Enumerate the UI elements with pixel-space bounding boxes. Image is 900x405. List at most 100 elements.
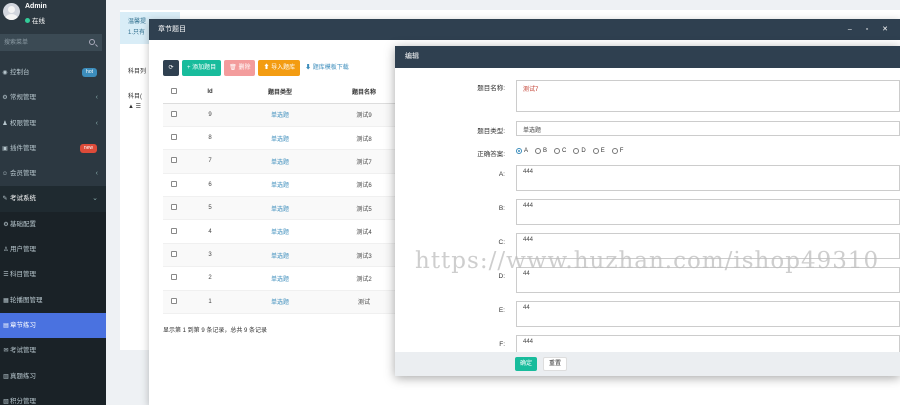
exam-icon: ✎ [2, 196, 8, 203]
table-row[interactable]: 2 单选题 测试2 [163, 266, 403, 291]
list-icon: ☰ [3, 272, 9, 279]
answer-radio-e[interactable]: E [592, 148, 605, 154]
reset-button[interactable]: 重置 [543, 357, 568, 371]
radio-dot-icon[interactable] [611, 148, 618, 154]
radio-dot-icon[interactable] [592, 148, 599, 154]
sidebar-item-10[interactable]: ▤章节练习 [0, 312, 106, 339]
sidebar-item-1[interactable]: ⚙ 常规管理 ‹ [0, 85, 106, 110]
sidebar-item-0[interactable]: ◉ 控制台 hot [0, 60, 106, 85]
question-type-label: 题目类型: [477, 128, 505, 135]
row-checkbox[interactable] [171, 157, 177, 164]
table-row[interactable]: 1 单选题 测试 [163, 290, 403, 315]
table-row[interactable]: 8 单选题 测试8 [163, 126, 403, 151]
row-select-cell [163, 149, 185, 174]
sidebar-item-label: 考试系统 [10, 195, 36, 203]
row-checkbox[interactable] [171, 274, 177, 281]
sidebar-item-label: 考试管理 [10, 347, 36, 355]
sidebar-item-2[interactable]: ♟ 权限管理 ‹ [0, 111, 106, 136]
option-textarea[interactable]: 444 [516, 165, 900, 191]
row-id: 6 [185, 173, 235, 198]
column-header-id[interactable]: Id [185, 81, 235, 104]
sidebar-item-3[interactable]: ▣ 插件管理 new [0, 136, 106, 161]
radio-label: C [562, 148, 567, 154]
sidebar-item-5[interactable]: ✎ 考试系统 ⌄ [0, 186, 106, 212]
search-icon[interactable] [89, 39, 95, 45]
answer-radio-c[interactable]: C [554, 148, 566, 154]
sidebar-item-7[interactable]: ♙用户管理 [0, 237, 106, 263]
question-name-textarea[interactable]: 测试7 [516, 80, 900, 112]
refresh-button[interactable]: ⟳ [163, 60, 179, 76]
sidebar-menu: ◉ 控制台 hot ⚙ 常规管理 ‹ ♟ 权限管理 ‹ ▣ 插件管理 new ☺ 会员管理 ‹ ✎ 考试系统 ⌄ ⚙… [0, 60, 106, 405]
row-name: 测试2 [325, 266, 403, 291]
image-icon: ▦ [3, 297, 9, 304]
table-row[interactable]: 7 单选题 测试7 [163, 149, 403, 174]
row-name: 测试6 [325, 173, 403, 198]
row-select-cell [163, 126, 185, 151]
sidebar-item-label: 常规管理 [10, 94, 36, 102]
watermark-text: https://www.huzhan.com/ishop49310 [415, 248, 880, 274]
template-download-link[interactable]: ⬇ 题库模板下载 [303, 60, 351, 76]
radio-dot-icon[interactable] [535, 148, 542, 154]
sidebar-item-label: 用户管理 [10, 246, 36, 254]
sidebar-item-11[interactable]: ✉考试管理 [0, 338, 106, 364]
confirm-button[interactable]: 确定 [515, 357, 538, 371]
radio-dot-icon[interactable] [554, 148, 561, 154]
chevron-icon: ‹ [95, 119, 98, 127]
answer-radio-b[interactable]: B [535, 148, 547, 154]
option-textarea[interactable]: 44 [516, 301, 900, 327]
row-checkbox[interactable] [171, 297, 177, 304]
answer-radio-f[interactable]: F [611, 148, 623, 154]
option-label: C: [498, 239, 506, 246]
menu-search-input[interactable] [0, 34, 80, 51]
table-row[interactable]: 3 单选题 测试3 [163, 243, 403, 268]
table-row[interactable]: 5 单选题 测试5 [163, 196, 403, 221]
sidebar-item-13[interactable]: ▧积分管理 [0, 388, 106, 405]
row-checkbox[interactable] [171, 110, 177, 117]
table-row[interactable]: 9 单选题 测试9 [163, 103, 403, 127]
question-type-select[interactable]: 单选题 [516, 121, 900, 136]
table-row[interactable]: 6 单选题 测试6 [163, 173, 403, 198]
row-name: 测试 [325, 290, 403, 315]
row-checkbox[interactable] [171, 227, 177, 234]
questions-table-body: 9 单选题 测试9 8 单选题 测试8 7 单选题 测试7 6 单选题 测试6 5 单选题 测试5 4 单选题测… [163, 103, 403, 315]
add-question-button[interactable]: + 添加题目 [182, 60, 222, 76]
row-checkbox[interactable] [171, 204, 177, 211]
row-checkbox[interactable] [171, 134, 177, 141]
radio-dot-icon[interactable] [573, 148, 580, 154]
subject-list-tab[interactable]: 科目列 [128, 66, 146, 75]
column-header-type[interactable]: 题目类型 [235, 81, 325, 104]
sidebar-item-label: 基础配置 [10, 220, 36, 228]
sidebar-item-6[interactable]: ⚙基础配置 [0, 211, 106, 238]
row-id: 4 [185, 219, 235, 244]
table-row[interactable]: 4 单选题 测试4 [163, 219, 403, 244]
window-controls[interactable]: – ▫ ✕ [848, 19, 894, 40]
row-checkbox[interactable] [171, 251, 177, 258]
sidebar-item-9[interactable]: ▦轮播图管理 [0, 287, 106, 313]
option-textarea[interactable]: 444 [516, 335, 900, 352]
row-name: 测试7 [325, 149, 403, 174]
sidebar-item-8[interactable]: ☰科目管理 [0, 262, 106, 288]
column-header-name[interactable]: 题目名称 [325, 81, 403, 104]
row-name: 测试9 [325, 103, 403, 127]
row-select-cell [163, 173, 185, 198]
user-panel: Admin 在线 [0, 0, 106, 33]
subject-tree-node[interactable]: ▲ ☰ [128, 102, 142, 112]
row-select-cell [163, 103, 185, 127]
sidebar-item-12[interactable]: ▥真题练习 [0, 363, 106, 389]
option-label: B: [498, 205, 505, 212]
delete-button[interactable]: 🗑 删除 [224, 60, 256, 76]
option-label: E: [498, 307, 505, 314]
sidebar-item-4[interactable]: ☺ 会员管理 ‹ [0, 161, 106, 186]
avatar[interactable] [3, 3, 20, 20]
user-status: 在线 [25, 15, 45, 25]
import-bank-button[interactable]: ⬆ 导入题库 [258, 60, 301, 76]
row-checkbox[interactable] [171, 180, 177, 187]
sidebar-item-label: 章节练习 [10, 321, 36, 329]
question-name-label: 题目名称: [477, 85, 505, 92]
answer-radio-a[interactable]: A [516, 148, 528, 154]
dashboard-icon: ◉ [2, 70, 8, 76]
answer-radio-d[interactable]: D [573, 148, 586, 154]
option-textarea[interactable]: 444 [516, 199, 900, 225]
select-all-checkbox[interactable] [171, 87, 177, 94]
radio-dot-icon[interactable] [516, 148, 522, 154]
